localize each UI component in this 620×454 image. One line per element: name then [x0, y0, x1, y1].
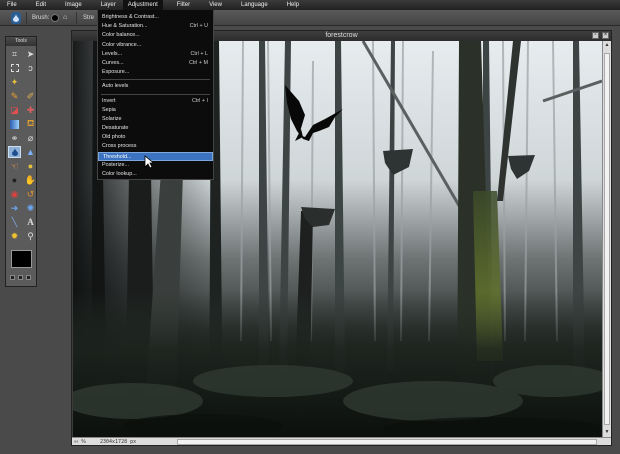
mouse-cursor-icon: [144, 155, 154, 169]
shortcut-label: Ctrl + L: [190, 50, 208, 57]
zoom-controls[interactable]: «‹ %: [74, 438, 86, 446]
bucket-tool-icon[interactable]: ⛾: [24, 118, 37, 130]
bloat-tool-icon[interactable]: ✺: [24, 202, 37, 214]
menu-separator: [101, 79, 210, 81]
shape-tool-icon[interactable]: ✹: [8, 230, 21, 242]
menu-adjustment[interactable]: Adjustment: [122, 0, 163, 10]
shortcut-label: Ctrl + U: [189, 23, 208, 30]
burn-tool-icon[interactable]: ✋: [24, 174, 37, 186]
menu-item-color-lookup[interactable]: Color lookup...: [98, 170, 213, 179]
menu-item-color-vibrance[interactable]: Color vibrance...: [98, 41, 213, 50]
menu-image[interactable]: Image: [58, 0, 82, 10]
vertical-scroll-thumb[interactable]: [604, 53, 610, 425]
options-bar: Brush: ⌂ Stre: [0, 10, 620, 26]
menu-item-invert[interactable]: Invert Ctrl + I: [98, 97, 213, 106]
lasso-tool-icon[interactable]: ↄ: [24, 62, 37, 74]
horizontal-scroll-thumb[interactable]: [177, 439, 597, 445]
menu-item-exposure[interactable]: Exposure...: [98, 68, 213, 77]
menu-bar: File Edit Image Layer Adjustment Filter …: [0, 0, 620, 10]
swap-colors-icon[interactable]: [18, 275, 23, 280]
gradient-tool-icon[interactable]: [8, 118, 21, 130]
smudge-tool-icon[interactable]: ☜: [8, 160, 21, 172]
options-divider: [76, 12, 77, 24]
foreground-color-swatch[interactable]: [11, 250, 32, 268]
line-tool-icon[interactable]: ╲: [8, 216, 21, 228]
crop-tool-icon[interactable]: ⌗: [8, 48, 21, 60]
sharpen-tool-icon[interactable]: ▲: [24, 146, 37, 158]
menu-language[interactable]: Language: [234, 0, 268, 10]
menu-item-sepia[interactable]: Sepia: [98, 106, 213, 115]
tools-panel: Tools ⌗ ➤ ↄ ✦ ✎ ✐ ◪ ✚ ⛾ ⚭ ⌀ ▲ ☜ ● ● ✋ ◉ …: [5, 36, 37, 287]
menu-item-curves[interactable]: Curves... Ctrl + M: [98, 59, 213, 68]
brush-preview[interactable]: [51, 14, 59, 22]
vertical-scrollbar[interactable]: ▲ ▼: [602, 41, 611, 437]
maximize-button[interactable]: ▫: [592, 32, 599, 39]
blur-tool-indicator: [11, 12, 21, 24]
menu-separator: [101, 93, 210, 95]
menu-item-color-balance[interactable]: Color balance...: [98, 31, 213, 40]
blur-tool-icon[interactable]: [8, 146, 21, 158]
image-size: 2304x1728 px: [100, 439, 137, 445]
marquee-tool-icon[interactable]: [8, 62, 21, 74]
brush-shape-icon[interactable]: ⌂: [63, 14, 67, 21]
zoom-out-icon[interactable]: «‹: [74, 439, 78, 445]
shortcut-label: Ctrl + I: [191, 97, 208, 104]
eraser-tool-icon[interactable]: ◪: [8, 104, 21, 116]
menu-item-posterize[interactable]: Posterize...: [98, 161, 213, 170]
brush-tool-icon[interactable]: ✐: [24, 90, 37, 102]
zoom-tool-icon[interactable]: ⚲: [24, 230, 37, 242]
menu-item-desaturate[interactable]: Desaturate: [98, 124, 213, 133]
spot-heal-tool-icon[interactable]: ✚: [24, 104, 37, 116]
adjustment-menu: Brightness & Contrast... Hue & Saturatio…: [97, 10, 214, 180]
redeye-tool-icon[interactable]: ◉: [8, 188, 21, 200]
menu-item-threshold[interactable]: Threshold...: [98, 151, 213, 161]
scroll-down-icon[interactable]: ▼: [604, 429, 610, 435]
menu-layer[interactable]: Layer: [94, 0, 116, 10]
menu-item-solarize[interactable]: Solarize: [98, 115, 213, 124]
water-drop-icon: [13, 14, 19, 22]
picker-tool-icon[interactable]: ⌀: [24, 132, 37, 144]
close-button[interactable]: ×: [602, 32, 609, 39]
shortcut-label: Ctrl + M: [188, 59, 208, 66]
menu-file[interactable]: File: [0, 0, 17, 10]
menu-item-cross-process[interactable]: Cross process: [98, 142, 213, 151]
clone-tool-icon[interactable]: ⚭: [8, 132, 21, 144]
options-divider: [26, 12, 27, 24]
scroll-up-icon[interactable]: ▲: [604, 42, 610, 48]
menu-view[interactable]: View: [202, 0, 222, 10]
menu-item-levels[interactable]: Levels... Ctrl + L: [98, 50, 213, 59]
reset-colors-icon[interactable]: [26, 275, 31, 280]
rotate-tool-icon[interactable]: ↺: [24, 188, 37, 200]
empty-slot: [24, 76, 37, 88]
menu-help[interactable]: Help: [280, 0, 299, 10]
brush-label: Brush:: [32, 15, 50, 21]
menu-item-brightness-contrast[interactable]: Brightness & Contrast...: [98, 13, 213, 22]
type-tool-icon[interactable]: A: [24, 216, 37, 228]
menu-item-old-photo[interactable]: Old photo: [98, 133, 213, 142]
default-colors-icon[interactable]: [10, 275, 15, 280]
menu-item-hue-saturation[interactable]: Hue & Saturation... Ctrl + U: [98, 22, 213, 31]
menu-filter[interactable]: Filter: [170, 0, 190, 10]
tools-panel-title: Tools: [6, 37, 36, 46]
move-tool-icon[interactable]: ➤: [24, 48, 37, 60]
menu-item-auto-levels[interactable]: Auto levels: [98, 82, 213, 91]
menu-edit[interactable]: Edit: [29, 0, 46, 10]
wand-tool-icon[interactable]: ✦: [8, 76, 21, 88]
zoom-level[interactable]: %: [81, 439, 85, 445]
sponge-tool-icon[interactable]: ●: [24, 160, 37, 172]
status-bar: «‹ % 2304x1728 px: [72, 437, 611, 445]
pencil-tool-icon[interactable]: ✎: [8, 90, 21, 102]
dodge-tool-icon[interactable]: ●: [8, 174, 21, 186]
strength-label: Stre: [83, 15, 95, 21]
liquify-tool-icon[interactable]: ➜: [8, 202, 21, 214]
